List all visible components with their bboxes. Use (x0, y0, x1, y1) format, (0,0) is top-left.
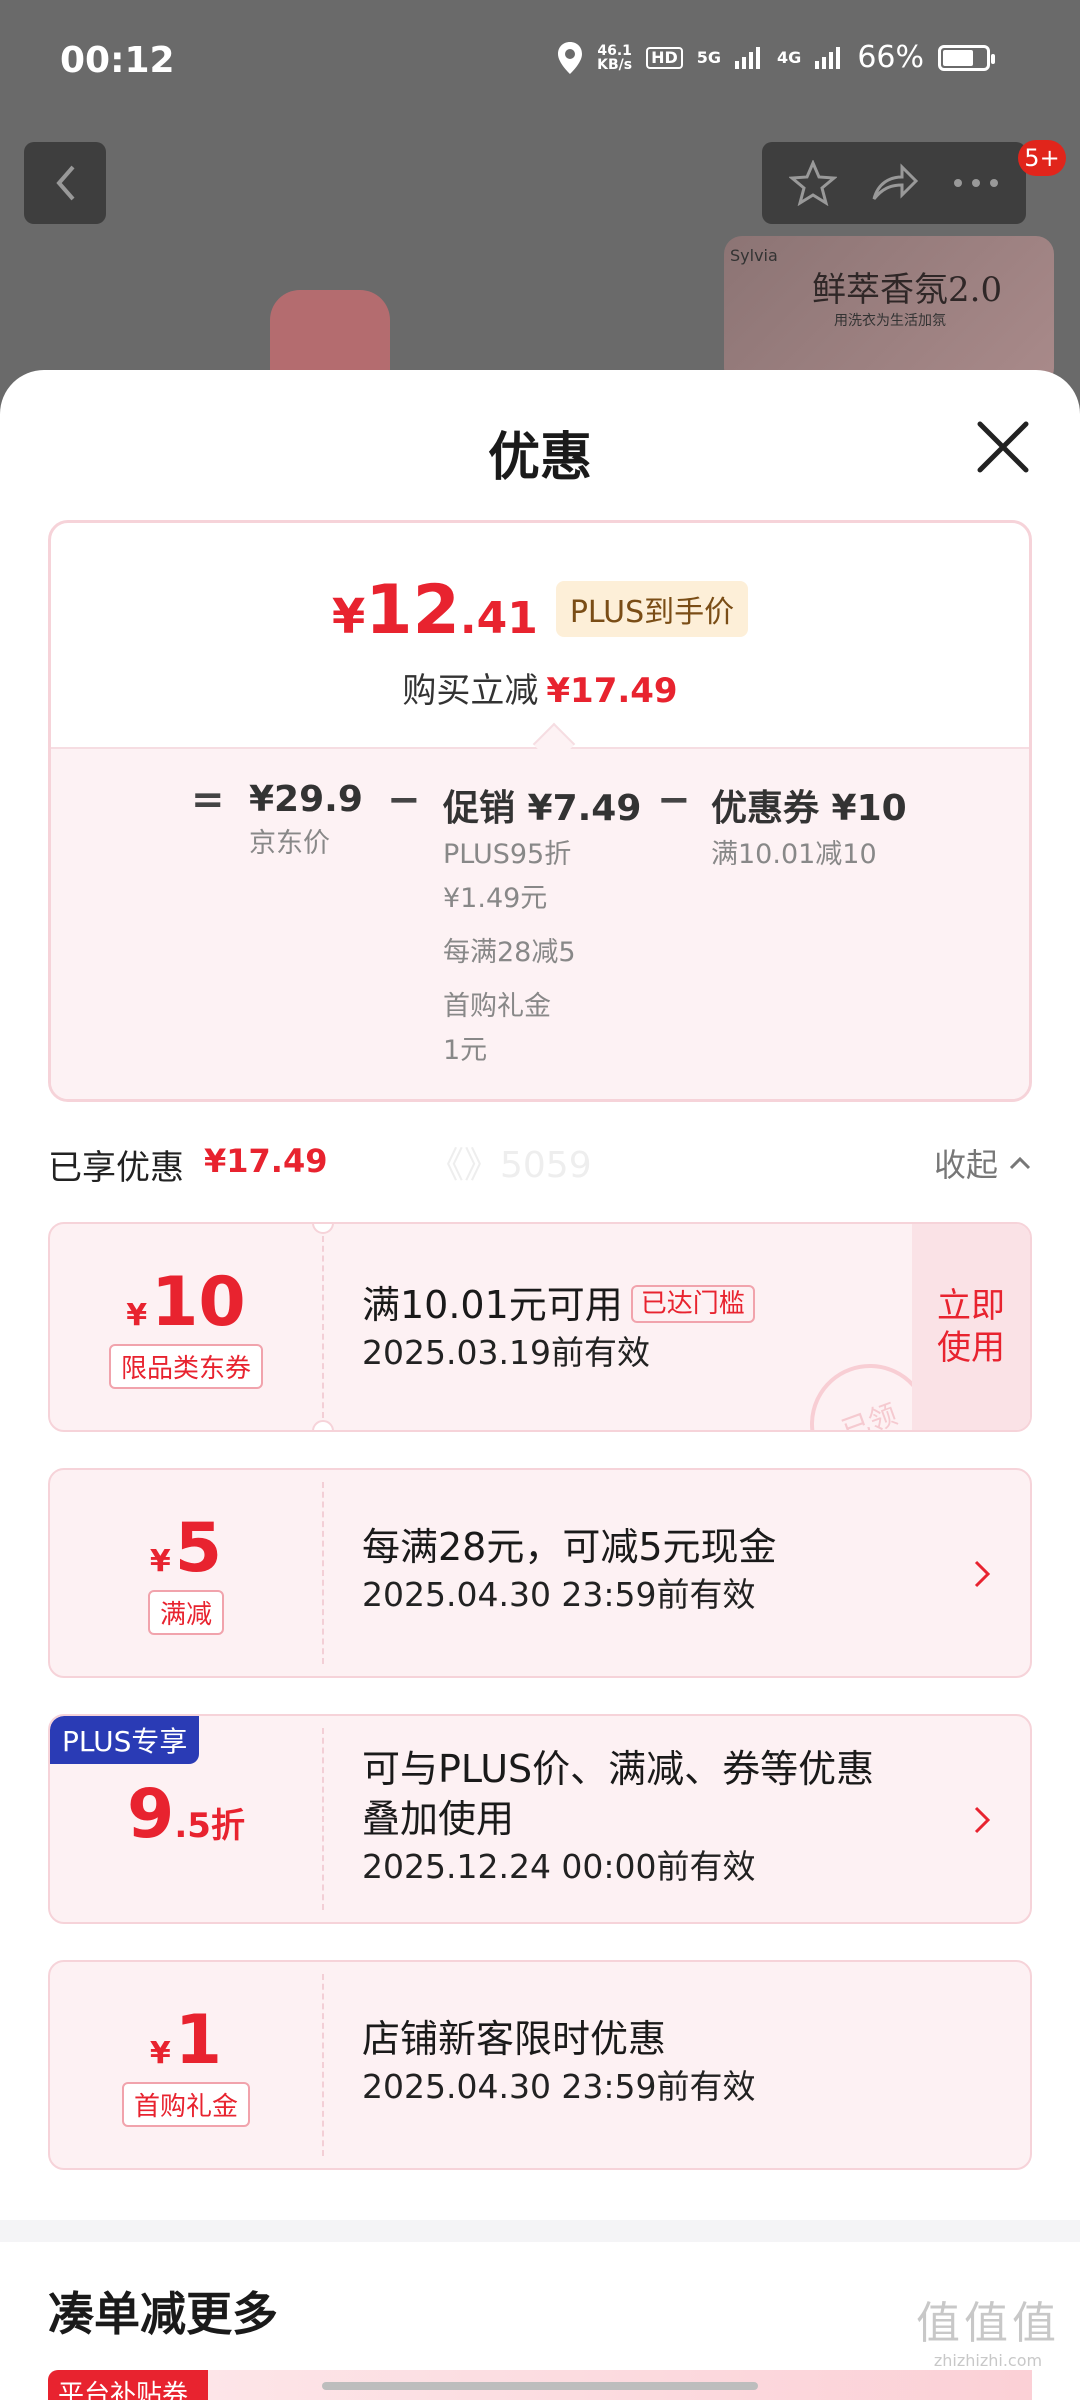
net-speed: 46.1 KB/s (597, 42, 633, 73)
promo-item: 首购礼金 (443, 991, 551, 1022)
coupon-card-jd[interactable]: ¥10 限品类东券 满10.01元可用 已达门槛 2025.03.19前有效 已领… (48, 1222, 1032, 1432)
coupon-divider (322, 1236, 324, 1418)
instant-reduce-row: 购买立减 ¥17.49 (402, 671, 678, 711)
site-watermark: 值值值 zhizhizhi.com (916, 2298, 1060, 2370)
price-summary-card: ¥ 12 .41 PLUS到手价 购买立减 ¥17.49 = ¥29.9 京东价 … (48, 520, 1032, 1102)
promo-item: 每满28减5 (443, 937, 576, 968)
enjoyed-label: 已享优惠 (48, 1148, 184, 1188)
status-bar: 00:12 46.1 KB/s HD 5G 4G 66% (0, 0, 1080, 125)
chevron-up-icon (1009, 1156, 1031, 1170)
hd-icon: HD (646, 46, 683, 69)
battery-percent: 66% (857, 40, 924, 75)
product-banner: Sylvia 鲜萃香氛2.0 用洗衣为生活加氛 (724, 236, 1054, 386)
promo-item: ¥1.49元 (443, 883, 548, 914)
banner-subtitle: 用洗衣为生活加氛 (834, 313, 946, 329)
jd-price-block: ¥29.9 京东价 (249, 779, 363, 866)
coupon-info: 满10.01元可用 已达门槛 2025.03.19前有效 (362, 1280, 890, 1376)
location-icon (558, 41, 583, 74)
coupon-block: 优惠券 ¥10 满10.01减10 (711, 779, 907, 877)
coupon-card-first-purchase[interactable]: ¥1 首购礼金 店铺新客限时优惠 2025.04.30 23:59前有效 (48, 1960, 1032, 2170)
coupon-type-tag: 限品类东券 (108, 1344, 263, 1389)
enjoyed-discount-row: 已享优惠 ¥17.49 《》5059 收起 (48, 1132, 1032, 1192)
chevron-right-icon (974, 1560, 991, 1588)
coupon-divider (322, 1728, 324, 1910)
share-icon[interactable] (870, 163, 920, 203)
coupon-info: 可与PLUS价、满减、券等优惠 叠加使用 2025.12.24 00:00前有效 (362, 1747, 875, 1886)
discount-sheet: 优惠 ¥ 12 .41 PLUS到手价 购买立减 ¥17.49 = ¥29.9 京… (0, 370, 1080, 2400)
signal-bars-icon-2 (815, 46, 841, 69)
coupon-divider (322, 1974, 324, 2156)
signal-4g-icon: 4G (777, 47, 802, 67)
coupon-value: ¥1 首购礼金 (50, 1962, 322, 2168)
promo-item: 1元 (443, 1035, 488, 1066)
minus-sign-2: − (657, 777, 691, 823)
jd-price-label: 京东价 (249, 828, 330, 859)
enjoyed-amount: ¥17.49 (204, 1142, 328, 1180)
final-price: ¥ 12 .41 (331, 571, 538, 650)
chevron-right-icon (974, 1806, 991, 1834)
coupon-type-tag: 满减 (147, 1590, 224, 1635)
banner-brand: Sylvia (730, 246, 778, 265)
equals-sign: = (191, 777, 225, 823)
collapse-button[interactable]: 收起 (934, 1140, 1032, 1186)
ticket-hole (312, 1420, 334, 1430)
promo-title: 促销 ¥7.49 (443, 788, 642, 829)
jd-price: ¥29.9 (249, 779, 363, 820)
section-separator (0, 2220, 1080, 2242)
final-price-row: ¥ 12 .41 PLUS到手价 (51, 575, 1029, 647)
more-icon[interactable] (953, 178, 999, 188)
coupon-info: 店铺新客限时优惠 2025.04.30 23:59前有效 (362, 2017, 756, 2106)
coupon-title: 优惠券 ¥10 (711, 788, 907, 829)
coupon-value: ¥10 限品类东券 (50, 1224, 322, 1430)
chevron-left-icon (56, 165, 75, 201)
watermark-text: 《》5059 (428, 1145, 592, 1186)
coupon-card-plus-discount[interactable]: PLUS专享 9.5折 可与PLUS价、满减、券等优惠 叠加使用 2025.12… (48, 1714, 1032, 1924)
top-toolbar (762, 142, 1026, 224)
status-icons: 46.1 KB/s HD 5G 4G 66% (557, 40, 995, 75)
coupon-type-tag: 首购礼金 (121, 2082, 250, 2127)
product-image (270, 290, 390, 370)
coupon-card-full-reduce[interactable]: ¥5 满减 每满28元，可减5元现金 2025.04.30 23:59前有效 (48, 1468, 1032, 1678)
price-breakdown: = ¥29.9 京东价 − 促销 ¥7.49 PLUS95折 ¥1.49元 每满… (51, 747, 1029, 1099)
plus-price-tag: PLUS到手价 (555, 581, 749, 637)
message-badge: 5+ (1018, 140, 1066, 176)
threshold-reached-tag: 已达门槛 (630, 1285, 755, 1323)
platform-subsidy-tag: 平台补贴券 (48, 2370, 208, 2400)
use-now-button[interactable]: 立即 使用 (912, 1224, 1030, 1430)
coupon-value: 9.5折 (127, 1775, 245, 1854)
close-icon[interactable] (974, 418, 1032, 476)
sheet-title: 优惠 (487, 428, 592, 488)
coupon-value: ¥5 满减 (50, 1470, 322, 1676)
battery-icon (938, 44, 995, 71)
home-indicator[interactable] (322, 2382, 758, 2390)
more-discount-title: 凑单减更多 (48, 2287, 278, 2341)
star-icon[interactable] (788, 160, 837, 206)
promo-block: 促销 ¥7.49 PLUS95折 ¥1.49元 每满28减5 首购礼金 1元 (443, 779, 641, 1073)
coupon-condition: 满10.01减10 (711, 839, 877, 870)
minus-sign: − (387, 777, 421, 823)
instant-reduce-amount: ¥17.49 (546, 671, 678, 711)
coupon-info: 每满28元，可减5元现金 2025.04.30 23:59前有效 (362, 1525, 777, 1614)
signal-bars-icon (735, 46, 761, 69)
coupon-divider (322, 1482, 324, 1664)
signal-5g-icon: 5G (696, 47, 722, 67)
back-button[interactable] (24, 142, 106, 224)
banner-title: 鲜萃香氛2.0 (812, 270, 1003, 310)
status-time: 00:12 (60, 40, 175, 81)
promo-item: PLUS95折 (443, 839, 572, 870)
